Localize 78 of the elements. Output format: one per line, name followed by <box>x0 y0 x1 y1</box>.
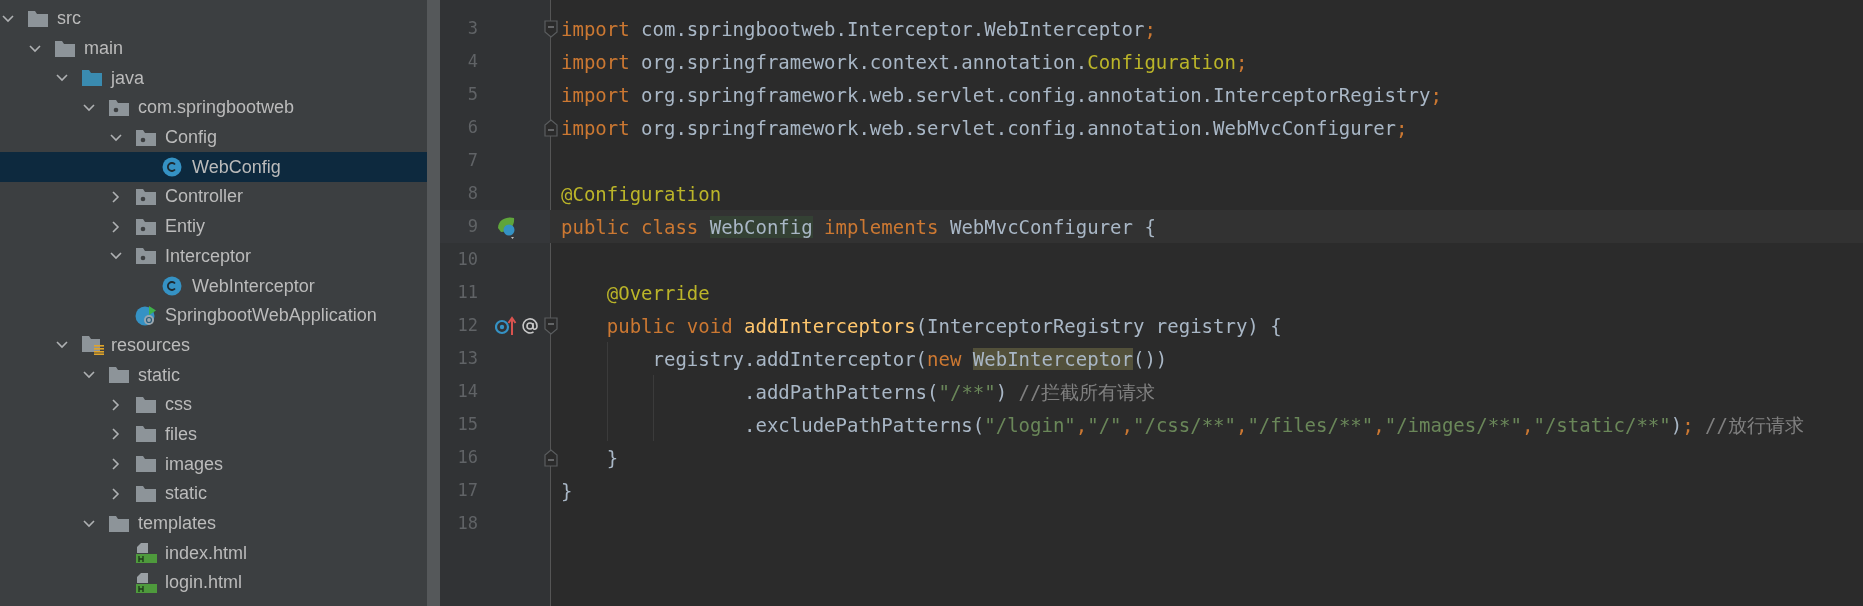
package-folder-icon <box>135 187 157 206</box>
tree-item[interactable]: Controller <box>0 182 427 212</box>
tree-item[interactable]: login.html <box>0 568 427 598</box>
tree-item[interactable]: WebInterceptor <box>0 271 427 301</box>
folder-icon <box>135 484 157 503</box>
code-line: } <box>605 445 619 471</box>
code-line: import com.springbootweb.Interceptor.WebInterceptor; <box>561 16 1156 42</box>
class-icon <box>162 276 182 297</box>
tree-item[interactable]: static <box>0 479 427 509</box>
code-line: .addPathPatterns("/**") //拦截所有请求 <box>743 379 1156 405</box>
at-sign-icon[interactable] <box>521 316 539 335</box>
code-line: import org.springframework.web.servlet.config.annotation.WebMvcConfigurer; <box>561 115 1408 141</box>
tree-label: main <box>84 37 123 61</box>
tree-item[interactable]: main <box>0 33 427 64</box>
tree-item[interactable]: SpringbootWebApplication <box>0 300 427 331</box>
tree-item[interactable]: Config <box>0 122 427 153</box>
tree-label: SpringbootWebApplication <box>165 304 377 328</box>
tree-item[interactable]: static <box>0 360 427 390</box>
scrollbar[interactable] <box>427 0 440 606</box>
tree-label: Interceptor <box>165 244 252 268</box>
package-folder-icon <box>135 217 157 236</box>
tree-label: WebConfig <box>192 155 281 179</box>
tree-label: WebInterceptor <box>192 274 315 298</box>
tree-label: static <box>165 482 207 506</box>
class-icon <box>162 157 182 178</box>
tree-label: index.html <box>165 541 248 565</box>
tree-label: resources <box>111 333 191 357</box>
package-folder-icon <box>135 247 157 266</box>
tree-label: Controller <box>165 185 244 209</box>
tree-label: static <box>138 363 180 387</box>
code-line: import org.springframework.context.annotation.Configuration; <box>561 49 1248 75</box>
code-line: } <box>561 478 573 504</box>
folder-icon <box>108 514 130 533</box>
fold-marker-icon[interactable] <box>544 316 558 335</box>
package-folder-icon <box>108 98 130 117</box>
tree-label: java <box>111 66 145 90</box>
resources-folder-icon <box>81 335 105 356</box>
folder-icon <box>81 69 103 88</box>
tree-label: css <box>165 393 192 417</box>
tree-item[interactable]: files <box>0 419 427 450</box>
tree-item[interactable]: images <box>0 449 427 479</box>
tree-label: login.html <box>165 571 243 595</box>
tree-item[interactable]: Entiy <box>0 211 427 242</box>
tree-item[interactable]: java <box>0 63 427 94</box>
tree-item[interactable]: src <box>0 4 427 34</box>
tree-label: images <box>165 452 224 476</box>
code-line: registry.addInterceptor(new WebInterceptor()) <box>651 346 1168 372</box>
tree-label: com.springbootweb <box>138 96 295 120</box>
folder-icon <box>135 395 157 414</box>
folder-icon <box>135 425 157 444</box>
tree-label: Entiy <box>165 215 206 239</box>
code-line: import org.springframework.web.servlet.config.annotation.InterceptorRegistry; <box>561 82 1442 108</box>
tree-label: templates <box>138 512 217 536</box>
fold-marker-icon[interactable] <box>544 19 558 38</box>
tree-label: Config <box>165 126 218 150</box>
tree-item[interactable]: resources <box>0 330 427 361</box>
html-file-icon <box>135 542 157 565</box>
folder-icon <box>135 455 157 474</box>
tree-item[interactable]: WebConfig <box>0 152 427 183</box>
tree-item[interactable]: templates <box>0 508 427 539</box>
code-line: public class WebConfig implements WebMvcConfigurer { <box>561 214 1156 240</box>
code-line: @Configuration <box>561 181 722 207</box>
spring-app-icon <box>135 304 157 327</box>
folder-icon <box>54 39 76 58</box>
tree-item[interactable]: Interceptor <box>0 241 427 272</box>
override-icon[interactable] <box>495 315 517 336</box>
code-line: @Override <box>605 280 710 306</box>
tree-item[interactable]: com.springbootweb <box>0 93 427 123</box>
tree-label: src <box>57 7 81 31</box>
code-line: public void addInterceptors(InterceptorRegistry registry) { <box>605 313 1282 339</box>
folder-icon <box>108 366 130 385</box>
package-folder-icon <box>135 128 157 147</box>
html-file-icon <box>135 571 157 594</box>
tree-item[interactable]: css <box>0 389 427 420</box>
tree-item[interactable]: index.html <box>0 538 427 569</box>
tree-label: files <box>165 422 197 446</box>
code-line: .excludePathPatterns("/login","/","/css/**","/files/**","/images/**","/static/**"); //放行请求 <box>743 412 1804 438</box>
folder-icon <box>27 9 49 28</box>
